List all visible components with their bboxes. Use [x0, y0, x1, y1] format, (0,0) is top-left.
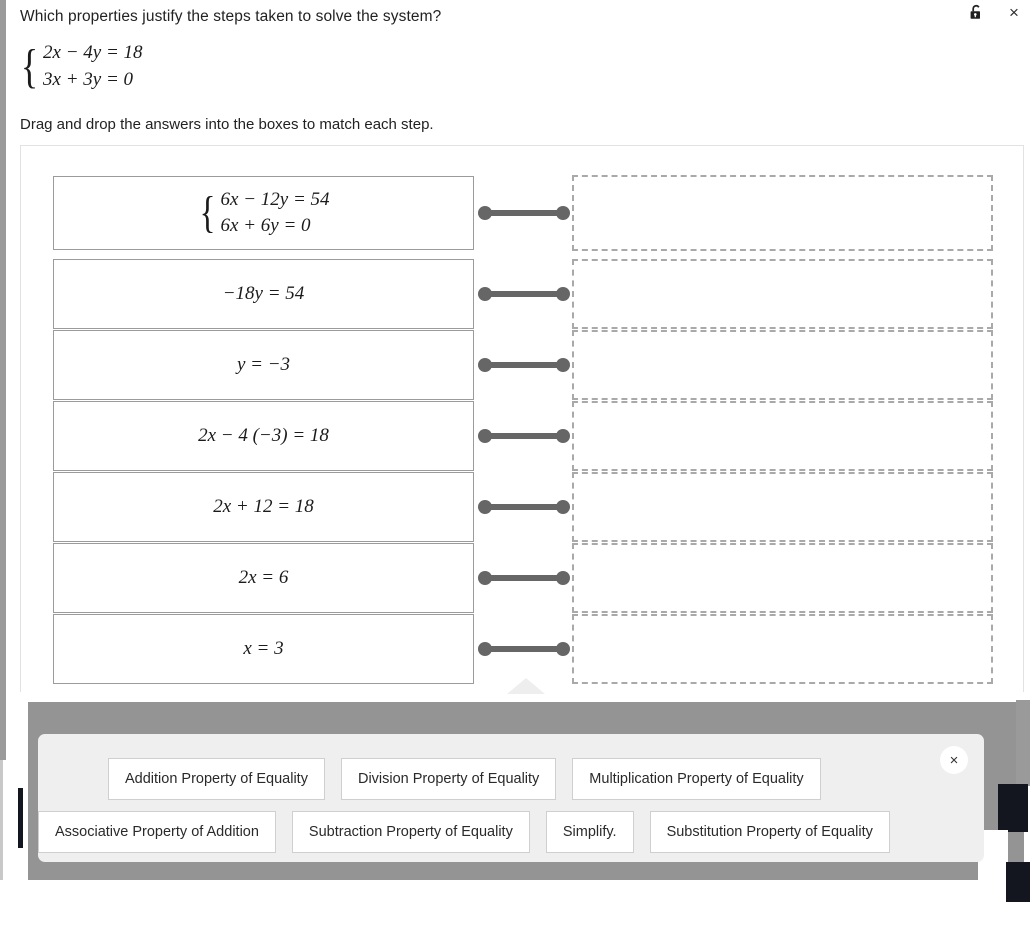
matching-panel: { 6x − 12y = 54 6x + 6y = 0 −18y = 54 y … — [20, 145, 1024, 692]
window-controls: × — [966, 0, 1024, 24]
drop-zone[interactable] — [572, 329, 993, 400]
connector-line — [478, 356, 570, 374]
connector-line — [478, 204, 570, 222]
page-title: Which properties justify the steps taken… — [20, 8, 442, 25]
answer-tile-associative-property[interactable]: Associative Property of Addition — [38, 811, 276, 853]
drop-zone[interactable] — [572, 613, 993, 684]
step-system-brace: { — [200, 188, 216, 237]
connector-line — [478, 498, 570, 516]
background-artifact-right-gray — [1016, 700, 1030, 786]
connector-knob-right — [556, 570, 570, 585]
close-icon[interactable]: × — [1004, 2, 1024, 22]
connector-bar — [484, 645, 564, 652]
step-equation: y = −3 — [236, 353, 291, 375]
step-equation-line-2: 6x + 6y = 0 — [220, 215, 311, 236]
table-row: y = −3 — [53, 329, 993, 400]
step-equation: 2x + 12 = 18 — [213, 495, 314, 517]
step-box: { 6x − 12y = 54 6x + 6y = 0 — [53, 176, 474, 250]
answer-tile-addition-property[interactable]: Addition Property of Equality — [108, 758, 325, 800]
step-equation: 2x = 6 — [238, 566, 289, 588]
connector-knob-right — [556, 641, 570, 656]
drop-zone[interactable] — [572, 542, 993, 613]
answer-bank-close-button[interactable]: × — [940, 746, 968, 774]
drop-zone[interactable] — [572, 471, 993, 542]
connector-bar — [484, 290, 564, 297]
step-equation: x = 3 — [243, 637, 284, 659]
answer-bank-row-1: Addition Property of Equality Division P… — [108, 758, 821, 800]
answer-tile-substitution-property[interactable]: Substitution Property of Equality — [649, 811, 890, 853]
connector-bar — [484, 503, 564, 510]
unlock-icon[interactable] — [966, 2, 986, 22]
connector-bar — [484, 361, 564, 368]
unlock-icon-svg — [970, 4, 980, 19]
answer-bank-row-2: Associative Property of Addition Subtrac… — [38, 811, 890, 853]
connector-bar — [484, 210, 564, 216]
drop-zone[interactable] — [572, 400, 993, 471]
connector-knob-right — [556, 428, 570, 443]
answer-tile-division-property[interactable]: Division Property of Equality — [340, 758, 557, 800]
problem-system: { 2x − 4y = 18 3x + 3y = 0 — [18, 42, 143, 91]
connector-knob-right — [556, 206, 570, 220]
step-box: y = −3 — [53, 329, 474, 400]
connector-bar — [484, 574, 564, 581]
bank-pointer-triangle — [507, 678, 545, 694]
table-row: 2x + 12 = 18 — [53, 471, 993, 542]
connector-knob-right — [556, 286, 570, 301]
system-brace: { — [20, 39, 39, 93]
step-equation: −18y = 54 — [222, 282, 305, 304]
connector-line — [478, 427, 570, 445]
step-rows: { 6x − 12y = 54 6x + 6y = 0 −18y = 54 y … — [53, 168, 993, 684]
system-equation-2: 3x + 3y = 0 — [43, 69, 134, 90]
instruction-text: Drag and drop the answers into the boxes… — [20, 116, 434, 133]
close-icon-glyph: × — [1009, 2, 1019, 22]
connector-line — [478, 285, 570, 303]
background-artifact-left — [18, 788, 23, 848]
answer-tile-multiplication-property[interactable]: Multiplication Property of Equality — [572, 758, 821, 800]
table-row: { 6x − 12y = 54 6x + 6y = 0 — [53, 168, 993, 258]
step-box: −18y = 54 — [53, 258, 474, 329]
step-box: 2x = 6 — [53, 542, 474, 613]
connector-knob-right — [556, 357, 570, 372]
step-box: 2x − 4 (−3) = 18 — [53, 400, 474, 471]
table-row: −18y = 54 — [53, 258, 993, 329]
connector-line — [478, 569, 570, 587]
system-equation-1: 2x − 4y = 18 — [43, 42, 143, 63]
answer-tile-simplify[interactable]: Simplify. — [545, 811, 634, 853]
step-box: 2x + 12 = 18 — [53, 471, 474, 542]
table-row: 2x = 6 — [53, 542, 993, 613]
connector-knob-right — [556, 499, 570, 514]
step-equation: 2x − 4 (−3) = 18 — [198, 424, 329, 446]
step-equation-line-1: 6x − 12y = 54 — [220, 189, 330, 210]
answer-bank: Addition Property of Equality Division P… — [38, 734, 984, 862]
left-edge-rail-lower — [0, 760, 3, 880]
answer-bank-close-glyph: × — [949, 751, 959, 769]
connector-bar — [484, 432, 564, 439]
left-edge-rail — [0, 0, 6, 760]
connector-line — [478, 640, 570, 658]
table-row: x = 3 — [53, 613, 993, 684]
drop-zone[interactable] — [572, 258, 993, 329]
background-artifact-right-1 — [998, 784, 1028, 832]
background-artifact-right-2 — [1006, 862, 1030, 902]
table-row: 2x − 4 (−3) = 18 — [53, 400, 993, 471]
drop-zone[interactable] — [572, 175, 993, 251]
step-box: x = 3 — [53, 613, 474, 684]
answer-tile-subtraction-property[interactable]: Subtraction Property of Equality — [291, 811, 530, 853]
